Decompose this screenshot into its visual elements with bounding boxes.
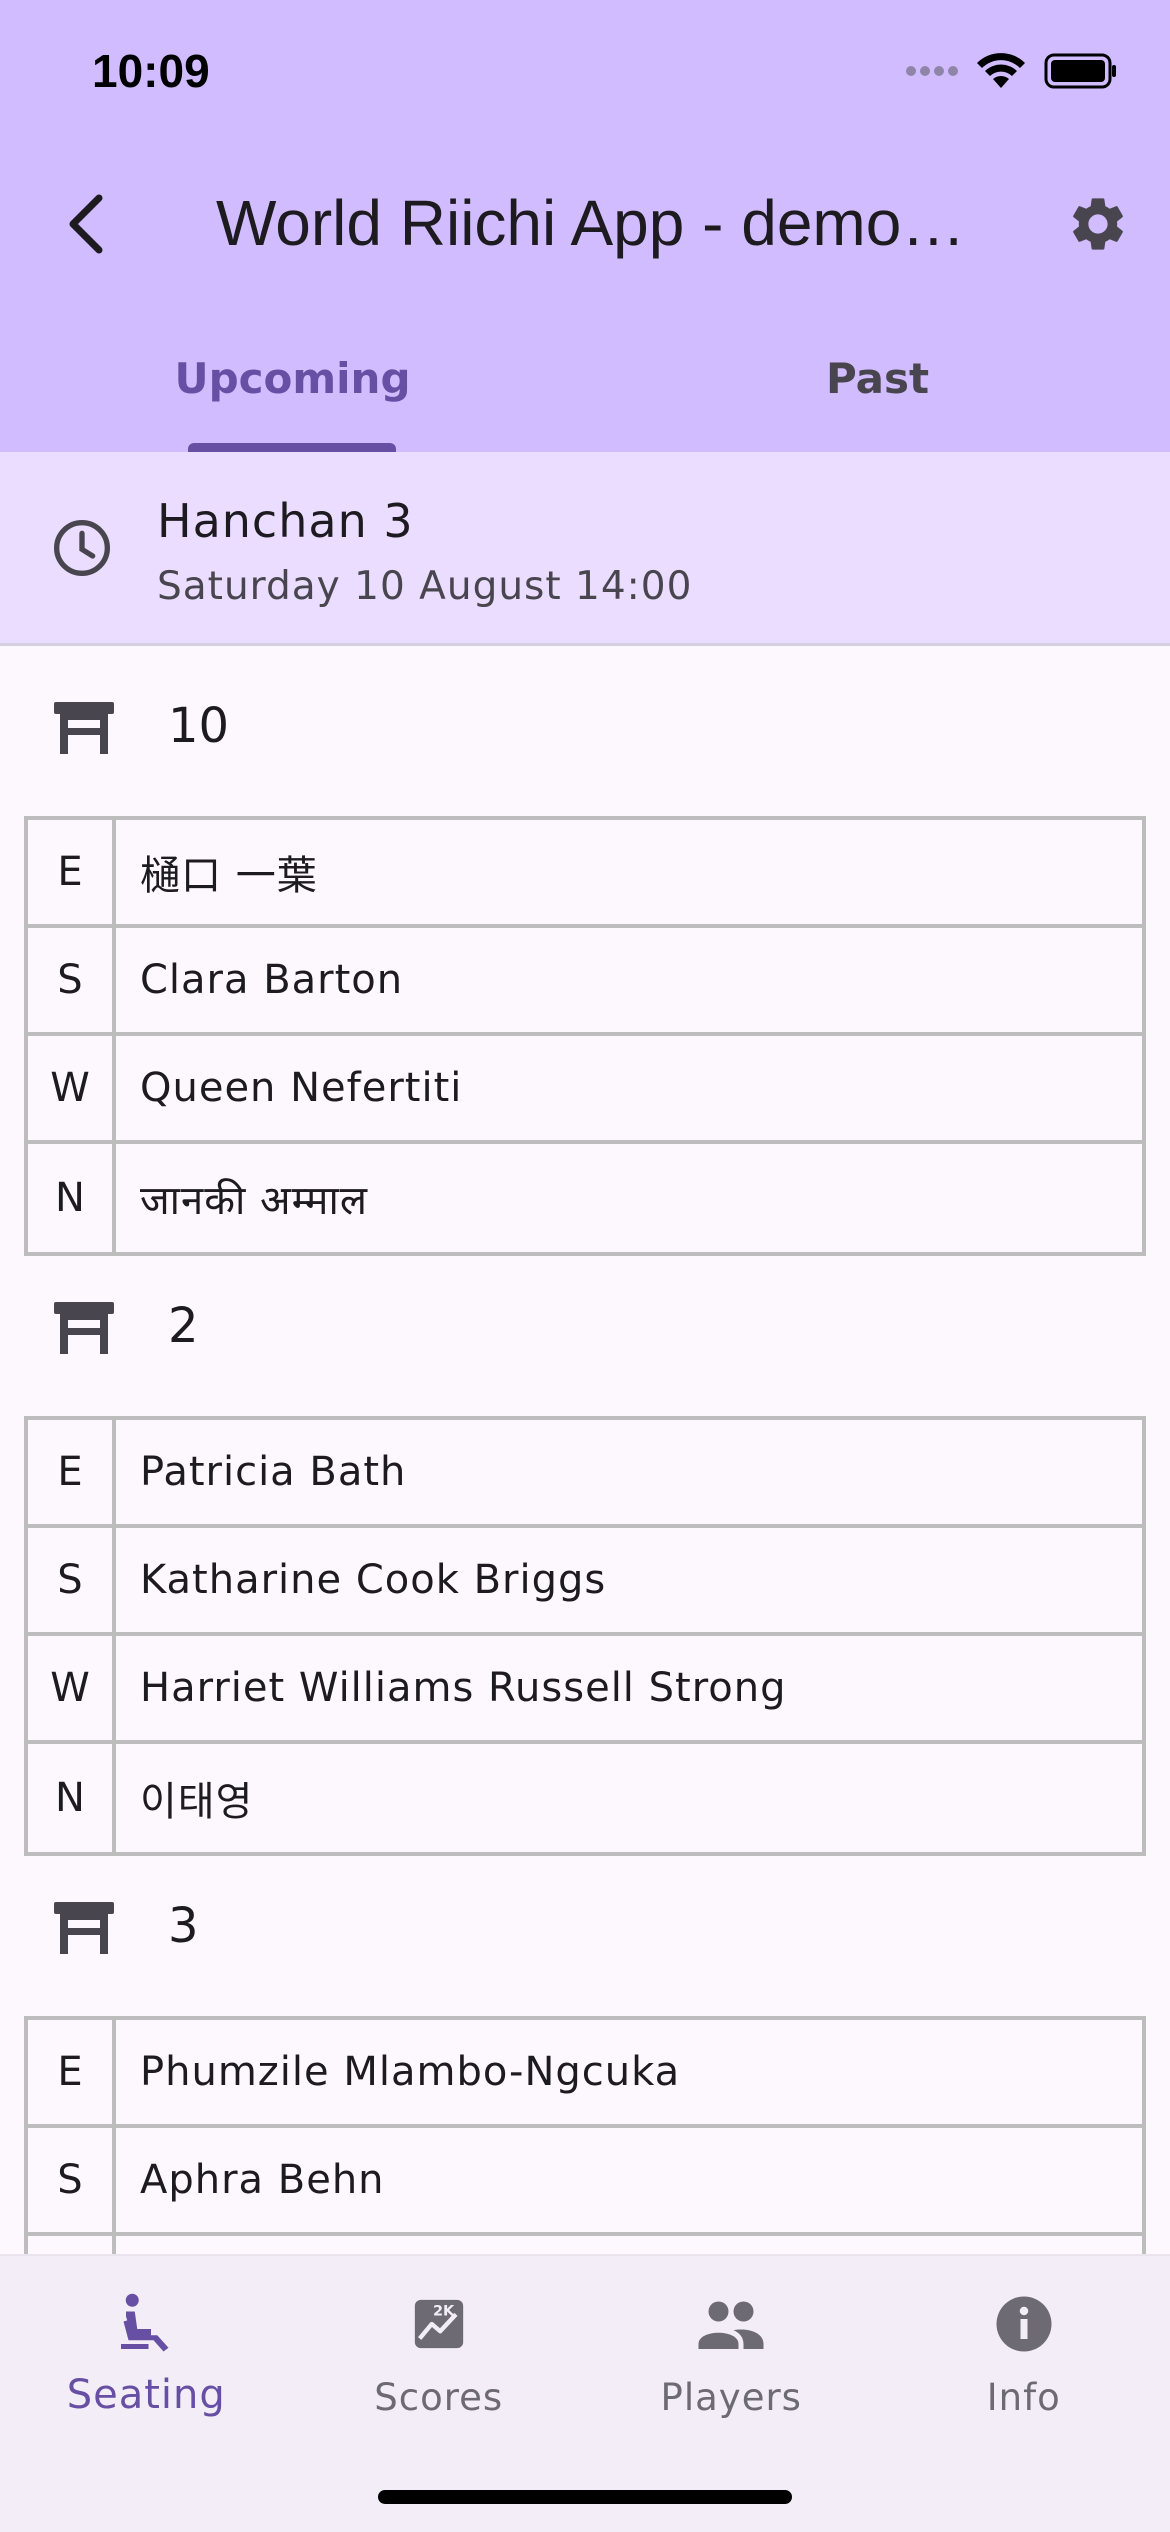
wind-label: S <box>28 2128 116 2232</box>
nav-scores-label: Scores <box>374 2376 504 2419</box>
app-header: 10:09 World Riichi App - demo t... Upcom… <box>0 0 1170 452</box>
table-number: 2 <box>168 1298 199 1354</box>
nav-seating-label: Seating <box>66 2372 226 2418</box>
tab-indicator <box>188 443 396 452</box>
info-icon <box>994 2286 1054 2362</box>
chevron-left-icon <box>69 194 103 254</box>
player-name: Queen Nefertiti <box>140 1065 463 1111</box>
tab-bar: Upcoming Past <box>0 340 1170 452</box>
table-number: 3 <box>168 1898 199 1954</box>
battery-icon <box>1044 53 1116 89</box>
wind-label: E <box>28 2020 116 2124</box>
seating-list[interactable]: 10 E 樋口 一葉 S Clara Barton W Queen Nefertiti… <box>0 646 1170 2254</box>
table-icon <box>54 1302 114 1354</box>
table-block: 10 E 樋口 一葉 S Clara Barton W Queen Nefertiti… <box>0 646 1170 1256</box>
seat-row: S Clara Barton <box>28 928 1142 1036</box>
seat-row: E 樋口 一葉 <box>28 820 1142 928</box>
nav-seating[interactable]: Seating <box>0 2256 293 2532</box>
player-name: Clara Barton <box>140 957 404 1003</box>
seat-table: E 樋口 一葉 S Clara Barton W Queen Nefertiti Nज… <box>24 816 1146 1256</box>
table-header: 3 <box>0 1846 1170 2016</box>
table-header: 2 <box>0 1246 1170 1416</box>
seat-icon <box>116 2286 176 2362</box>
seat-row: E Patricia Bath <box>28 1420 1142 1528</box>
status-icons <box>906 52 1118 90</box>
seat-row: N जानकी अम्माल <box>28 1144 1142 1252</box>
table-number: 10 <box>168 698 230 754</box>
wind-label: W <box>28 1636 116 1740</box>
seat-row: S Katharine Cook Briggs <box>28 1528 1142 1636</box>
back-button[interactable] <box>50 184 120 264</box>
wind-label: S <box>28 1528 116 1632</box>
player-name: 이태영 <box>140 1779 254 1825</box>
player-name: जानकी अम्माल <box>140 1177 368 1224</box>
people-icon <box>696 2286 766 2362</box>
tab-upcoming[interactable]: Upcoming <box>0 340 585 452</box>
wind-label: W <box>28 1036 116 1140</box>
seat-row: W Queen Nefertiti <box>28 1036 1142 1144</box>
seat-table: E Patricia Bath S Katharine Cook Briggs WH… <box>24 1416 1146 1856</box>
table-icon <box>54 702 114 754</box>
table-header: 10 <box>0 646 1170 816</box>
player-name <box>116 2236 1142 2254</box>
seat-row: E Phumzile Mlambo-Ngcuka <box>28 2020 1142 2128</box>
cellular-icon <box>906 66 958 76</box>
table-block: 3 EPhumzile Mlambo-Ngcuka SAphra Behn W … <box>0 1846 1170 2254</box>
player-name: Patricia Bath <box>140 1449 407 1495</box>
table-block: 2 E Patricia Bath S Katharine Cook Briggs … <box>0 1246 1170 1856</box>
wind-label: W <box>28 2236 116 2254</box>
round-title: Hanchan 3 <box>157 494 414 548</box>
page-title: World Riichi App - demo t... <box>216 187 976 259</box>
nav-info[interactable]: Info <box>878 2256 1170 2532</box>
wind-label: E <box>28 1420 116 1524</box>
wind-label: N <box>28 1144 116 1252</box>
seat-row: S Aphra Behn <box>28 2128 1142 2236</box>
nav-info-label: Info <box>986 2376 1061 2419</box>
status-time: 10:09 <box>92 45 210 97</box>
seat-row: N 이태영 <box>28 1744 1142 1852</box>
tab-upcoming-label: Upcoming <box>174 354 411 403</box>
scoreboard-icon: 2K <box>410 2286 468 2362</box>
player-name: Katharine Cook Briggs <box>140 1557 607 1603</box>
settings-button[interactable] <box>1060 184 1136 264</box>
seat-row: W Harriet Williams Russell Strong <box>28 1636 1142 1744</box>
wind-label: N <box>28 1744 116 1852</box>
seat-row: W <box>28 2236 1142 2254</box>
tab-past-label: Past <box>825 354 930 403</box>
seat-table: EPhumzile Mlambo-Ngcuka SAphra Behn W N <box>24 2016 1146 2254</box>
table-icon <box>54 1902 114 1954</box>
gear-icon <box>1073 198 1123 250</box>
player-name: Aphra Behn <box>140 2157 385 2203</box>
round-header <box>0 452 1170 646</box>
wind-label: S <box>28 928 116 1032</box>
player-name: Phumzile Mlambo-Ngcuka <box>140 2049 681 2095</box>
home-indicator[interactable] <box>378 2490 792 2504</box>
tab-past[interactable]: Past <box>585 340 1170 452</box>
svg-text:2K: 2K <box>433 2304 455 2320</box>
clock-icon <box>54 520 110 576</box>
round-datetime: Saturday 10 August 14:00 <box>157 564 693 609</box>
player-name: Harriet Williams Russell Strong <box>140 1665 787 1711</box>
wifi-icon <box>977 53 1025 88</box>
wind-label: E <box>28 820 116 924</box>
player-name: 樋口 一葉 <box>140 853 318 899</box>
nav-players-label: Players <box>660 2376 802 2419</box>
